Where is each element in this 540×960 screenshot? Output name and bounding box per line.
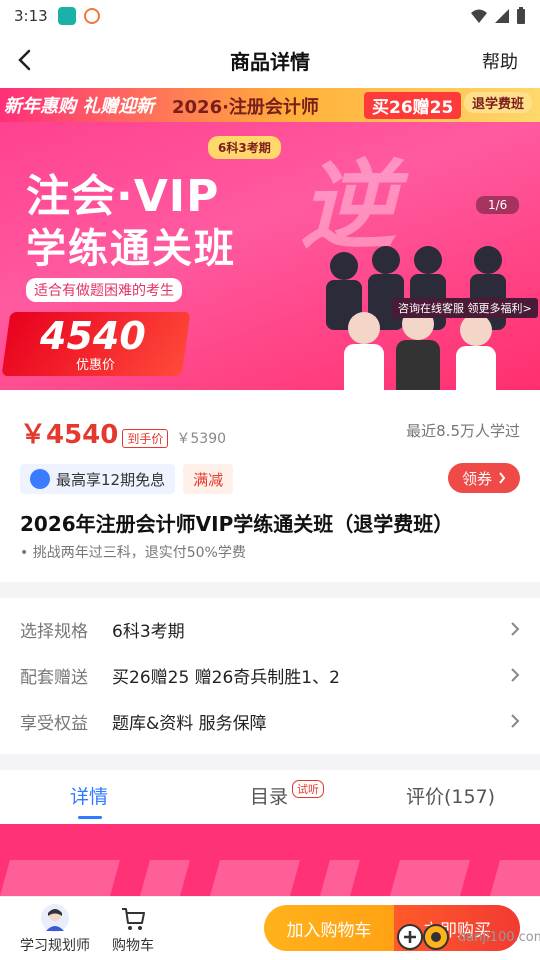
get-coupon-button[interactable]: 领券	[447, 463, 520, 493]
full-reduction-chip[interactable]: 满减	[183, 464, 234, 494]
options-card: 选择规格 6科3考期 配套赠送 买26赠25 赠26奇兵制胜1、2 享受权益 题…	[0, 598, 540, 754]
banner-badge: 6科3考期	[208, 136, 281, 159]
tab-catalog[interactable]: 目录	[250, 782, 288, 809]
huabei-icon	[30, 469, 50, 489]
help-button[interactable]: 帮助	[482, 48, 518, 74]
option-benefits-key: 享受权益	[20, 713, 88, 734]
banner-gift-tag: 买26赠25	[364, 92, 462, 119]
status-bar: 3:13	[0, 0, 540, 32]
banner-slogan: 新年惠购 礼赠迎新	[4, 96, 155, 117]
tab-reviews[interactable]: 评价(157)	[406, 782, 495, 809]
learner-count: 最近8.5万人学过	[406, 422, 520, 440]
price-card: ￥4540 到手价 ￥5390 最近8.5万人学过 最高享12期免息 满减 领券…	[0, 390, 540, 582]
app-notification-icon	[57, 7, 76, 25]
installment-text: 最高享12期免息	[56, 470, 166, 489]
status-time: 3:13	[14, 7, 48, 25]
product-title: 2026年注册会计师VIP学练通关班（退学费班）	[20, 512, 454, 536]
watermark-text: danji100.com	[458, 929, 540, 945]
chevron-right-icon	[499, 472, 506, 484]
banner-pager-text: 1/6	[476, 196, 520, 214]
detail-image	[0, 824, 540, 896]
original-price: ￥5390	[176, 431, 227, 447]
signal-icon	[495, 9, 509, 23]
banner-headline-1: 注会·VIP	[26, 171, 220, 222]
banner-refund-tag: 退学费班	[464, 92, 533, 113]
installment-chip[interactable]: 最高享12期免息	[20, 464, 176, 494]
price-row: ￥4540 到手价 ￥5390	[20, 414, 226, 451]
chevron-right-icon	[511, 668, 520, 682]
app-notification-icon-2	[83, 8, 100, 24]
banner-pager: 1/6	[476, 196, 520, 214]
banner-audience: 适合有做题困难的考生	[26, 278, 182, 302]
tab-active-indicator	[78, 816, 102, 819]
option-gift[interactable]: 配套赠送 买26赠25 赠26奇兵制胜1、2	[20, 660, 520, 690]
cart-button[interactable]: 购物车	[112, 903, 154, 955]
battery-icon	[517, 7, 525, 24]
watermark: danji100.com	[396, 922, 540, 952]
planner-avatar-icon	[41, 904, 69, 932]
consult-service-link[interactable]: 咨询在线客服 领更多福利>	[392, 298, 538, 318]
option-spec-value: 6科3考期	[112, 621, 185, 642]
chevron-right-icon	[511, 714, 520, 728]
add-to-cart-button[interactable]: 加入购物车	[264, 905, 394, 951]
option-spec[interactable]: 选择规格 6科3考期	[20, 614, 520, 644]
banner-price-label: 优惠价	[76, 358, 116, 373]
chevron-right-icon	[511, 622, 520, 636]
banner-year-title: 2026·注册会计师	[172, 97, 319, 118]
option-gift-value: 买26赠25 赠26奇兵制胜1、2	[112, 667, 340, 688]
page-title: 商品详情	[230, 49, 310, 74]
tab-detail[interactable]: 详情	[70, 782, 108, 809]
study-planner-button[interactable]: 学习规划师	[20, 903, 90, 955]
planner-label: 学习规划师	[20, 938, 90, 954]
banner-headline-2: 学练通关班	[26, 226, 236, 272]
option-benefits[interactable]: 享受权益 题库&资料 服务保障	[20, 706, 520, 736]
promo-chips: 最高享12期免息 满减	[20, 464, 234, 494]
shopping-cart-icon	[122, 908, 145, 930]
trial-badge: 试听	[292, 780, 324, 798]
option-benefits-value: 题库&资料 服务保障	[112, 713, 267, 734]
back-arrow-icon[interactable]	[14, 46, 38, 74]
wifi-icon	[471, 9, 487, 23]
option-spec-key: 选择规格	[20, 621, 88, 642]
product-subtitle: • 挑战两年过三科，退实付50%学费	[20, 545, 246, 561]
detail-tabs: 详情 目录 试听 评价(157)	[0, 770, 540, 824]
top-navbar: 商品详情 帮助	[0, 32, 540, 88]
price-tag: 到手价	[122, 429, 169, 448]
coupon-label: 领券	[461, 469, 492, 488]
option-gift-key: 配套赠送	[20, 667, 88, 688]
detail-image-graphic	[0, 860, 540, 896]
current-price: ￥4540	[20, 420, 119, 450]
cart-label: 购物车	[112, 938, 154, 954]
watermark-logo	[397, 924, 449, 950]
product-banner[interactable]: 新年惠购 礼赠迎新 2026·注册会计师 买26赠25 退学费班 1/6 逆 6…	[0, 88, 540, 390]
banner-price-big: 4540	[40, 314, 146, 358]
